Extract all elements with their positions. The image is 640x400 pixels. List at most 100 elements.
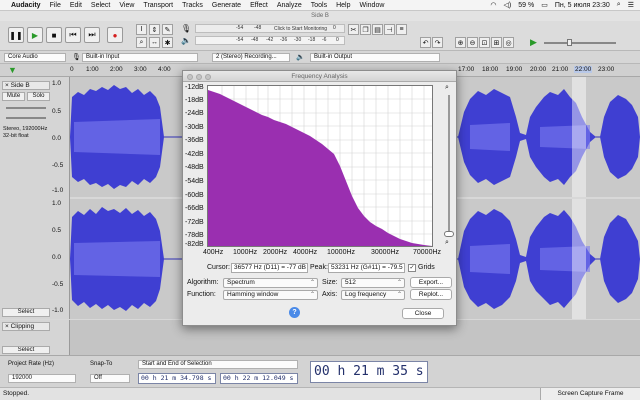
play-button[interactable]: ▶ [27, 27, 43, 43]
pause-button[interactable]: ❚❚ [8, 27, 24, 43]
fit-selection-button[interactable]: ⊡ [479, 37, 490, 48]
wifi-icon[interactable]: ◠ [490, 1, 496, 9]
help-button[interactable]: ? [289, 307, 300, 318]
input-device-select[interactable]: Built-in Input [82, 53, 198, 62]
silence-icon: ≡ [399, 26, 404, 33]
mute-button[interactable]: Mute [2, 92, 25, 101]
skip-end-button[interactable]: ⏭ [84, 27, 100, 43]
silence-button[interactable]: ≡ [396, 24, 407, 35]
record-button[interactable]: ● [107, 27, 123, 43]
gain-slider[interactable] [6, 107, 46, 109]
play-at-speed-icon[interactable]: ▶ [530, 37, 537, 48]
multi-tool[interactable]: ✱ [162, 37, 173, 48]
menu-help[interactable]: Help [336, 2, 350, 9]
track-name-menu[interactable]: × Side B [2, 81, 50, 90]
play-speed-slider[interactable] [544, 42, 616, 44]
fit-project-button[interactable]: ⊞ [491, 37, 502, 48]
menu-list-icon[interactable]: ☰ [628, 1, 634, 9]
menu-select[interactable]: Select [91, 2, 110, 9]
zoom-out-button[interactable]: ⊖ [467, 37, 478, 48]
menu-file[interactable]: File [50, 2, 61, 9]
axis-select[interactable]: Log frequency ⌃ [341, 290, 405, 300]
paste-button[interactable]: ▤ [372, 24, 383, 35]
close-track-icon[interactable]: × [5, 82, 9, 89]
menu-tracks[interactable]: Tracks [182, 2, 203, 9]
menu-transport[interactable]: Transport [143, 2, 173, 9]
clipping-track-panel[interactable]: × Clipping Select [0, 320, 70, 355]
record-meter[interactable]: -54 -48 Click to Start Monitoring 0 [195, 24, 345, 33]
zoom-toggle-button[interactable]: ◎ [503, 37, 514, 48]
selection-mode-select[interactable]: Start and End of Selection [138, 360, 298, 369]
menu-view[interactable]: View [119, 2, 134, 9]
track-control-panel[interactable]: × Side B Mute Solo Stereo, 192000Hz 32-b… [0, 77, 70, 319]
close-track-icon[interactable]: × [5, 323, 9, 330]
menu-edit[interactable]: Edit [70, 2, 82, 9]
menu-window[interactable]: Window [360, 2, 385, 9]
time-shift-tool[interactable]: ↔ [149, 37, 160, 48]
selection-end-time[interactable]: 00 h 22 m 12.049 s [220, 373, 298, 384]
vertical-zoom-thumb[interactable] [444, 231, 454, 237]
menu-tools[interactable]: Tools [311, 2, 327, 9]
search-icon[interactable]: ⌕ [617, 1, 621, 9]
screen-capture-frame[interactable]: Screen Capture Frame [540, 388, 640, 400]
undo-button[interactable]: ↶ [420, 37, 431, 48]
audio-host-select[interactable]: Core Audio [4, 53, 66, 62]
db-label: -42dB [185, 151, 204, 158]
skip-start-button[interactable]: ⏮ [65, 27, 81, 43]
cut-button[interactable]: ✂ [348, 24, 359, 35]
playback-meter[interactable]: -54 -48 -42 -36 -30 -18 -6 0 [195, 36, 345, 45]
pan-slider[interactable] [6, 117, 46, 119]
grids-checkbox[interactable]: ✓ [408, 264, 416, 272]
menu-effect[interactable]: Effect [250, 2, 268, 9]
zoom-in-plot-icon[interactable]: ⌕ [445, 84, 449, 92]
function-select[interactable]: Hamming window ⌃ [223, 290, 318, 300]
mic-icon[interactable]: 🎙 [181, 24, 191, 33]
snap-to-select[interactable]: Off [90, 374, 130, 383]
battery-percent[interactable]: 59 % [518, 2, 534, 9]
pinned-play-head-icon[interactable]: ▼ [8, 65, 17, 75]
peak-value: 53231 Hz (G#11) = -79.5 [328, 263, 405, 273]
dialog-titlebar[interactable]: Frequency Analysis [183, 71, 456, 82]
spectrum-plot[interactable] [207, 85, 433, 247]
track-select-button[interactable]: Select [2, 308, 50, 317]
scale-label: -0.5 [52, 162, 64, 169]
algorithm-select[interactable]: Spectrum ⌃ [223, 278, 318, 288]
menubar-clock[interactable]: Пн, 5 июля 23:30 [555, 2, 610, 9]
volume-icon[interactable]: ◁) [504, 1, 512, 9]
tick-label: 1:00 [86, 66, 99, 73]
vertical-zoom-slider[interactable] [448, 95, 450, 235]
play-speed-thumb[interactable] [567, 39, 572, 46]
zoom-window-icon[interactable] [205, 74, 211, 80]
output-device-select[interactable]: Built-in Output [310, 53, 440, 62]
close-window-icon[interactable] [187, 74, 193, 80]
audio-position-time[interactable]: 00 h 21 m 35 s [310, 361, 428, 383]
draw-tool[interactable]: ✎ [162, 24, 173, 35]
selection-tool[interactable]: I [136, 24, 147, 35]
menu-analyze[interactable]: Analyze [277, 2, 302, 9]
selection-start-time[interactable]: 00 h 21 m 34.798 s [138, 373, 216, 384]
zoom-out-plot-icon[interactable]: ⌕ [445, 239, 449, 247]
replot-button[interactable]: Replot... [410, 289, 452, 300]
clipping-select-button[interactable]: Select [2, 346, 50, 354]
speaker-icon[interactable]: 🔈 [181, 36, 191, 45]
envelope-tool[interactable]: ⇕ [149, 24, 160, 35]
export-button[interactable]: Export... [410, 277, 452, 288]
size-select[interactable]: 512 ⌃ [341, 278, 405, 288]
project-rate-select[interactable]: 192000 [8, 374, 76, 383]
battery-icon[interactable]: ▭ [541, 1, 548, 9]
redo-button[interactable]: ↷ [432, 37, 443, 48]
stop-button[interactable]: ■ [46, 27, 62, 43]
clipping-track-name-menu[interactable]: × Clipping [2, 322, 50, 331]
channels-select[interactable]: 2 (Stereo) Recording... [212, 53, 290, 62]
trim-button[interactable]: ⊣ [384, 24, 395, 35]
close-button[interactable]: Close [402, 308, 444, 319]
copy-button[interactable]: ❐ [360, 24, 371, 35]
zoom-in-button[interactable]: ⊕ [455, 37, 466, 48]
minimize-window-icon[interactable] [196, 74, 202, 80]
menu-app[interactable]: Audacity [11, 2, 41, 9]
menu-generate[interactable]: Generate [212, 2, 241, 9]
solo-button[interactable]: Solo [27, 92, 50, 101]
tick-label: 17:00 [458, 66, 475, 73]
snap-to-label: Snap-To [90, 361, 113, 367]
zoom-tool[interactable]: ⌕ [136, 37, 147, 48]
